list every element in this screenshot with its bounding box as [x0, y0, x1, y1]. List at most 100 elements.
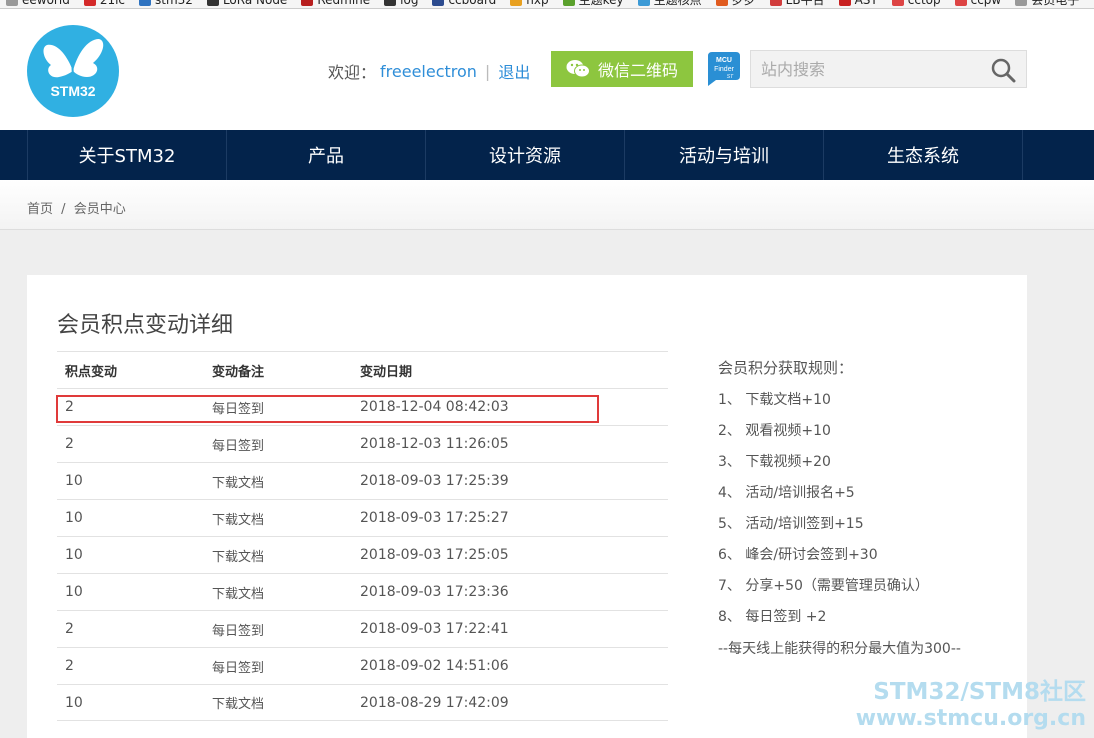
wechat-qr-button[interactable]: 微信二维码 [551, 51, 693, 87]
nav-item[interactable]: 生态系统 [824, 130, 1023, 180]
cell-date: 2018-09-02 14:51:06 [360, 658, 509, 674]
bookmark-item[interactable]: ccboard [432, 0, 496, 7]
cell-note: 下载文档 [212, 549, 265, 565]
cell-points: 2 [65, 658, 74, 674]
bookmark-item[interactable]: 罗罗 [715, 0, 756, 8]
svg-text:Finder: Finder [714, 66, 735, 73]
bookmark-icon [139, 0, 152, 6]
rules-note: --每天线上能获得的积分最大值为300-- [718, 641, 961, 657]
col-header-note: 变动备注 [212, 364, 265, 380]
breadcrumb-bar: 首页 / 会员中心 [0, 180, 1094, 230]
cell-date: 2018-09-03 17:23:36 [360, 584, 509, 600]
bookmark-item[interactable]: LoRa Node [206, 0, 287, 7]
cell-note: 下载文档 [212, 697, 265, 712]
logout-link[interactable]: 退出 [498, 59, 530, 83]
bookmark-label: cctop [908, 0, 941, 7]
nav-item[interactable]: 关于STM32 [28, 130, 227, 180]
cell-note: 下载文档 [212, 586, 265, 602]
rule-item: 8、 每日签到 +2 [718, 609, 827, 625]
svg-text:MCU: MCU [716, 57, 732, 64]
bookmark-label: Redmine [317, 0, 370, 7]
cell-date: 2018-12-04 08:42:03 [360, 399, 509, 415]
site-header: STM32 欢迎： freeelectron | 退出 微信二维码 MCU Fi… [0, 9, 1094, 130]
cell-points: 10 [65, 473, 83, 489]
cell-date: 2018-09-03 17:25:27 [360, 510, 509, 526]
cell-note: 每日签到 [212, 401, 265, 417]
cell-date: 2018-08-29 17:42:09 [360, 694, 509, 711]
rule-item: 1、 下载文档+10 [718, 392, 831, 408]
bookmark-item[interactable]: ccpw [954, 0, 1001, 7]
nav-item[interactable]: 产品 [227, 130, 426, 180]
bookmark-item[interactable]: 主题key [562, 0, 624, 8]
bookmark-icon [206, 0, 219, 6]
cell-note: 每日签到 [212, 623, 265, 639]
table-row: 10 下载文档 2018-09-03 17:23:36 [57, 573, 668, 610]
table-row: 10 下载文档 2018-09-03 17:25:39 [57, 462, 668, 499]
bookmark-icon [769, 0, 782, 6]
cell-date: 2018-09-03 17:25:39 [360, 473, 509, 489]
bookmark-icon [1015, 0, 1028, 6]
bookmark-label: 主题核点 [653, 0, 702, 7]
rules-title: 会员积分获取规则： [718, 359, 854, 377]
points-card: 会员积点变动详细 积点变动 变动备注 变动日期 2 每日签到 2018-12-04 … [27, 275, 1027, 738]
bookmark-icon [637, 0, 650, 6]
main-nav: 关于STM32 产品 设计资源 活动与培训 生态系统 [0, 130, 1094, 180]
table-row: 2 每日签到 2018-09-03 17:22:41 [57, 610, 668, 647]
bookmark-icon [6, 0, 18, 6]
bookmark-item[interactable]: nxp [510, 0, 549, 7]
cell-note: 下载文档 [212, 475, 265, 491]
cell-date: 2018-09-03 17:22:41 [360, 621, 509, 637]
table-row: 2 每日签到 2018-12-04 08:42:03 [57, 388, 668, 425]
butterfly-icon [43, 39, 104, 80]
col-header-points: 积点变动 [65, 364, 118, 380]
rule-item: 5、 活动/培训签到+15 [718, 516, 864, 532]
bookmark-item[interactable]: AST [838, 0, 878, 7]
cell-points: 10 [65, 547, 83, 563]
bookmark-label: 21ic [100, 0, 125, 7]
cell-date: 2018-09-03 17:25:05 [360, 547, 509, 563]
table-row: 10 下载文档 2018-09-03 17:25:05 [57, 536, 668, 573]
points-table: 积点变动 变动备注 变动日期 2 每日签到 2018-12-04 08:42:03 2… [57, 351, 668, 721]
bookmark-item[interactable]: Redmine [301, 0, 370, 7]
bookmark-item[interactable]: cctop [891, 0, 941, 7]
cell-note: 下载文档 [212, 512, 265, 528]
breadcrumb-home[interactable]: 首页 [27, 202, 53, 217]
bookmark-item[interactable]: 主题核点 [637, 0, 702, 8]
cell-points: 10 [65, 510, 83, 526]
search-icon[interactable] [990, 57, 1016, 83]
mcu-finder-icon[interactable]: MCU Finder ST [704, 50, 740, 88]
breadcrumb: 首页 / 会员中心 [27, 198, 130, 217]
bookmark-item[interactable]: eeworld [6, 0, 70, 7]
username-link[interactable]: freeelectron [380, 62, 477, 81]
bookmark-item[interactable]: log [384, 0, 418, 7]
bookmark-label: stm32 [155, 0, 193, 7]
welcome-label: 欢迎： [328, 63, 377, 82]
bookmark-icon [83, 0, 96, 6]
bookmark-label: ccboard [448, 0, 496, 7]
cell-points: 10 [65, 694, 83, 711]
nav-item[interactable]: 活动与培训 [625, 130, 824, 180]
cell-date: 2018-12-03 11:26:05 [360, 436, 509, 452]
rule-item: 7、 分享+50（需要管理员确认） [718, 578, 929, 594]
watermark-line1: STM32/STM8社区 [873, 679, 1086, 705]
wechat-button-label: 微信二维码 [597, 63, 678, 80]
main-nav-items: 关于STM32 产品 设计资源 活动与培训 生态系统 [27, 130, 1023, 180]
bookmark-item[interactable]: 会员电子 [1015, 0, 1079, 8]
nav-item[interactable]: 设计资源 [426, 130, 625, 180]
table-row: 2 每日签到 2018-09-02 14:51:06 [57, 647, 668, 684]
rule-item: 6、 峰会/研讨会签到+30 [718, 547, 878, 563]
breadcrumb-current: 会员中心 [73, 202, 126, 217]
bookmark-item[interactable]: stm32 [139, 0, 193, 7]
cell-note: 每日签到 [212, 660, 265, 676]
rule-item: 3、 下载视频+20 [718, 454, 831, 470]
bookmark-icon [510, 0, 523, 6]
stm32-logo[interactable]: STM32 [27, 25, 119, 117]
bookmarks-bar: eeworld 21ic stm32 LoRa Node Redmine log ccboa… [0, 0, 1094, 9]
table-row: 10 下载文档 2018-09-03 17:25:27 [57, 499, 668, 536]
table-header-row: 积点变动 变动备注 变动日期 [57, 351, 668, 388]
bookmark-item[interactable]: 21ic [83, 0, 125, 7]
welcome-separator: | [484, 61, 491, 81]
bookmark-item[interactable]: LB平台 [769, 0, 825, 8]
search-input[interactable] [751, 51, 981, 87]
rule-item: 2、 观看视频+10 [718, 423, 831, 439]
